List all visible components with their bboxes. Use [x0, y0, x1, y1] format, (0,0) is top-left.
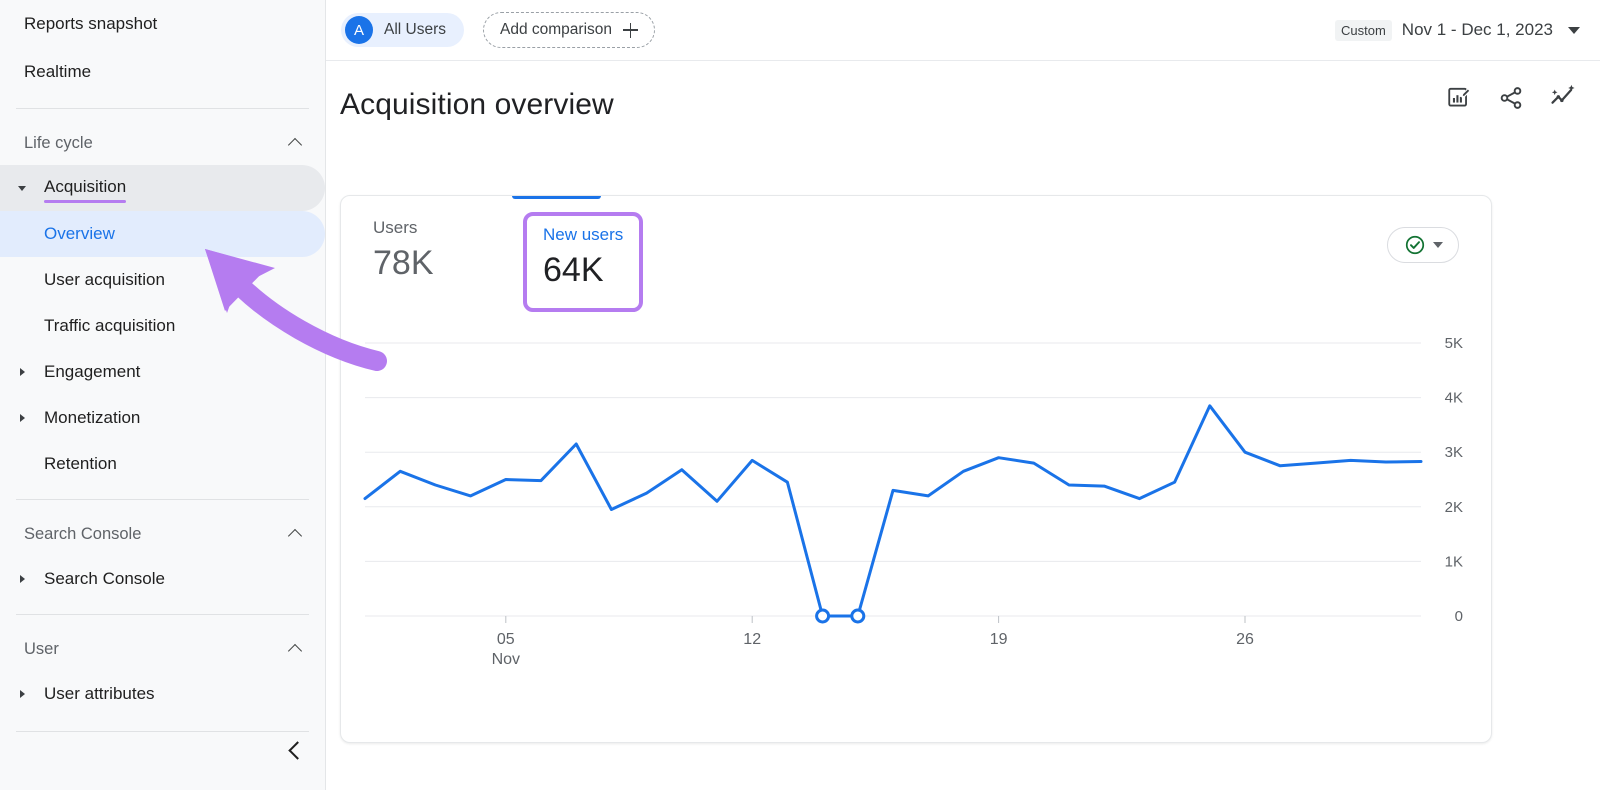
active-metric-tab-indicator: [512, 195, 601, 199]
chart-data-point-marker[interactable]: [817, 610, 829, 622]
sidebar-item-reports-snapshot[interactable]: Reports snapshot: [0, 0, 325, 48]
y-axis-tick-label: 5K: [1445, 335, 1463, 352]
sidebar-item-user-attributes[interactable]: User attributes: [0, 671, 325, 717]
caret-right-icon[interactable]: [14, 570, 32, 588]
sidebar-item-traffic-acquisition[interactable]: Traffic acquisition: [0, 303, 325, 349]
sidebar-item-label: User acquisition: [44, 270, 165, 290]
sidebar-item-label: Retention: [44, 454, 117, 474]
metric-value: 64K: [543, 250, 623, 290]
report-topbar: A All Users Add comparison Custom Nov 1 …: [326, 0, 1600, 61]
sidebar-item-monetization[interactable]: Monetization: [0, 395, 325, 441]
caret-right-icon[interactable]: [14, 409, 32, 427]
sidebar-item-user-acquisition[interactable]: User acquisition: [0, 257, 325, 303]
share-icon[interactable]: [1496, 83, 1526, 113]
chart-line-new-users: [365, 406, 1421, 616]
caret-placeholder-icon: [14, 455, 32, 473]
sidebar-divider: [16, 614, 309, 615]
segment-label: All Users: [384, 21, 446, 39]
sidebar-item-acquisition[interactable]: Acquisition: [0, 165, 325, 211]
segment-chip-all-users[interactable]: A All Users: [341, 13, 464, 47]
metric-users[interactable]: Users 78K: [373, 218, 493, 283]
metric-summary-row: Users 78K New users 64K: [373, 218, 643, 312]
sidebar-item-label: Acquisition: [44, 177, 126, 199]
sidebar-item-label: Monetization: [44, 408, 140, 428]
sidebar-item-retention[interactable]: Retention: [0, 441, 325, 487]
sidebar-item-label: Search Console: [44, 569, 165, 589]
sidebar-section-life-cycle[interactable]: Life cycle: [0, 121, 325, 165]
chevron-left-icon: [288, 744, 300, 756]
main-content: A All Users Add comparison Custom Nov 1 …: [326, 0, 1600, 790]
chevron-down-icon[interactable]: [1433, 242, 1443, 248]
sidebar-item-label: Reports snapshot: [24, 14, 157, 34]
y-axis-tick-label: 3K: [1445, 444, 1463, 461]
y-axis-tick-label: 0: [1455, 608, 1463, 625]
plus-icon: [623, 23, 638, 38]
y-axis-tick-label: 4K: [1445, 390, 1463, 407]
sidebar-divider: [16, 731, 309, 732]
chevron-down-icon[interactable]: [1568, 27, 1580, 34]
segment-avatar: A: [345, 16, 373, 44]
sidebar-divider: [16, 108, 309, 109]
collapse-sidebar-button[interactable]: [274, 730, 314, 770]
page-header: Acquisition overview: [326, 61, 1600, 149]
chevron-up-icon[interactable]: [289, 642, 303, 656]
sidebar-section-user[interactable]: User: [0, 627, 325, 671]
metric-value: 78K: [373, 243, 493, 283]
metric-label: New users: [543, 225, 623, 245]
sidebar-item-label: Engagement: [44, 362, 140, 382]
sidebar-section-label: Search Console: [24, 525, 141, 544]
data-quality-indicator[interactable]: [1387, 227, 1459, 263]
add-comparison-label: Add comparison: [500, 21, 612, 39]
sidebar-divider: [16, 499, 309, 500]
sidebar-section-search-console[interactable]: Search Console: [0, 512, 325, 556]
y-axis-tick-label: 1K: [1445, 553, 1463, 570]
y-axis-tick-label: 2K: [1445, 499, 1463, 516]
sidebar-section-label: Life cycle: [24, 134, 93, 153]
x-axis-tick-label: 26: [1236, 631, 1254, 648]
check-circle-icon: [1404, 234, 1426, 256]
sidebar-item-overview[interactable]: Overview: [0, 211, 325, 257]
sidebar-section-label: User: [24, 640, 59, 659]
sidebar-item-label: Traffic acquisition: [44, 316, 175, 336]
chart-data-point-marker[interactable]: [852, 610, 864, 622]
chevron-up-icon[interactable]: [289, 527, 303, 541]
sidebar-item-search-console[interactable]: Search Console: [0, 556, 325, 602]
edit-chart-icon[interactable]: [1444, 83, 1474, 113]
insights-icon[interactable]: [1548, 83, 1578, 113]
x-axis-tick-label: 05: [497, 631, 515, 648]
chevron-up-icon[interactable]: [289, 136, 303, 150]
caret-right-icon[interactable]: [14, 363, 32, 381]
page-header-actions: [1444, 83, 1578, 113]
sidebar-item-label: Overview: [44, 224, 115, 244]
sidebar-item-label: Realtime: [24, 62, 91, 82]
left-navigation-sidebar: Reports snapshot Realtime Life cycle Acq…: [0, 0, 326, 790]
add-comparison-button[interactable]: Add comparison: [483, 12, 655, 48]
metric-label: Users: [373, 218, 493, 238]
analytics-page: Reports snapshot Realtime Life cycle Acq…: [0, 0, 1600, 790]
caret-right-icon[interactable]: [14, 685, 32, 703]
page-title: Acquisition overview: [340, 88, 614, 122]
metric-new-users[interactable]: New users 64K: [523, 212, 643, 312]
x-axis-tick-label: 12: [743, 631, 761, 648]
date-range-badge: Custom: [1335, 20, 1392, 41]
caret-down-icon[interactable]: [14, 179, 32, 197]
sidebar-item-engagement[interactable]: Engagement: [0, 349, 325, 395]
new-users-chart-card: Users 78K New users 64K 5K 4K 3K 2K 1K 0 05 Nov…: [340, 195, 1492, 743]
date-range-value: Nov 1 - Dec 1, 2023: [1402, 20, 1553, 40]
sidebar-item-realtime[interactable]: Realtime: [0, 48, 325, 96]
x-axis-tick-label: 19: [990, 631, 1008, 648]
sidebar-item-label: User attributes: [44, 684, 155, 704]
new-users-line-chart[interactable]: 5K 4K 3K 2K 1K 0 05 Nov 12 19 26: [341, 321, 1491, 741]
date-range-selector[interactable]: Custom Nov 1 - Dec 1, 2023: [1335, 0, 1580, 60]
x-axis-sublabel: Nov: [492, 651, 520, 668]
